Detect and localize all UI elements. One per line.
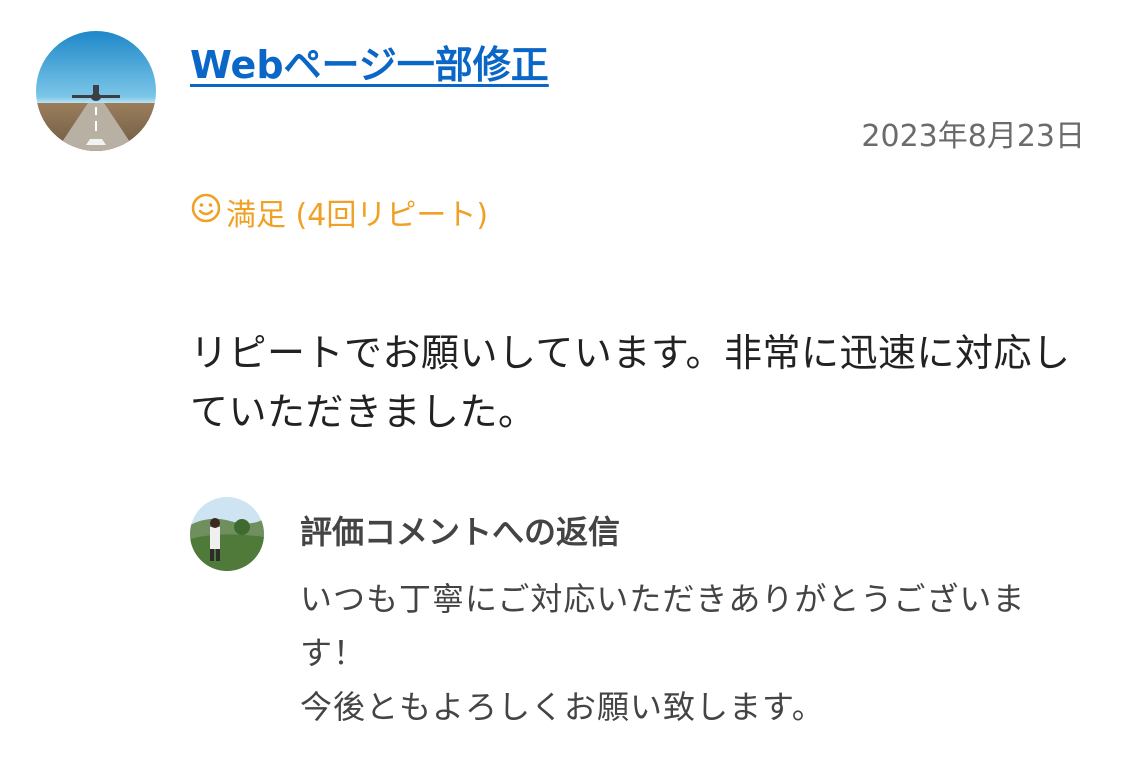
review-title-link[interactable]: Webページ一部修正 [190, 34, 549, 89]
reply-heading: 評価コメントへの返信 [300, 513, 621, 551]
review-comment: リピートでお願いしています。非常に迅速に対応していただきました。 [190, 331, 1071, 434]
reviewer-avatar[interactable] [36, 31, 156, 151]
rating-status: 満足 (4回リピート) [190, 190, 488, 234]
reply-body: いつも丁寧にご対応いただきありがとうございます！ 今後ともよろしくお願い致します… [300, 572, 1080, 734]
reply-line: 今後ともよろしくお願い致します。 [300, 688, 825, 726]
runway-airplane-image [36, 31, 156, 151]
landscape-person-image [190, 497, 264, 571]
seller-avatar[interactable] [190, 497, 264, 571]
smile-icon [190, 192, 222, 232]
reply-line: いつも丁寧にご対応いただきありがとうございます！ [300, 580, 1026, 672]
review-date: 2023年8月23日 [861, 119, 1085, 154]
rating-label: 満足 (4回リピート) [226, 198, 489, 233]
